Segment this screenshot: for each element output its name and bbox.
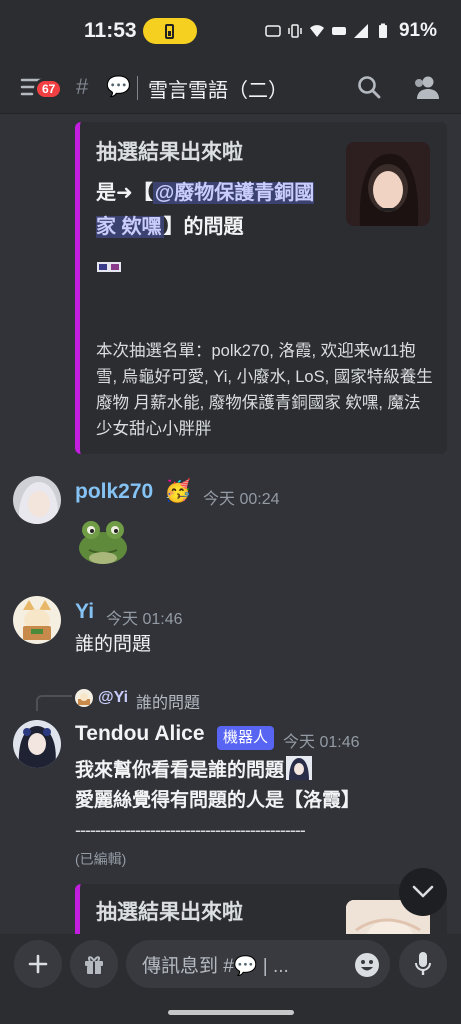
message-text-line2: 愛麗絲覺得有問題的人是【洛霞】 [75, 790, 361, 811]
add-attachment-button[interactable] [14, 940, 62, 988]
emoji-picker-icon[interactable] [354, 952, 380, 978]
message-text-line1: 我來幫你看看是誰的問題 [75, 756, 313, 786]
message-composer: 傳訊息到 #💬 | ... [0, 934, 461, 1024]
message-line1-text: 我來幫你看看是誰的問題 [75, 760, 285, 781]
channel-header: 67 # 💬 雪言雪語（二） [0, 62, 461, 114]
reply-avatar [75, 689, 93, 707]
avatar[interactable] [13, 720, 61, 768]
embed-description: 是➜【 @廢物保護青銅國家 欸嘿 】的問題 [96, 176, 326, 244]
volte-icon [331, 27, 346, 35]
reply-connector [36, 695, 72, 711]
embed-participant-list: 本次抽選名單：polk270, 洛霞, 欢迎来w11抱雪, 烏龜好可愛, Yi,… [96, 342, 433, 438]
signal-icon [353, 24, 368, 38]
message-input-placeholder: 傳訊息到 #💬 | ... [142, 955, 289, 977]
timestamp: 今天 00:24 [203, 491, 280, 508]
divider-dashes: ----------------------------------------… [75, 820, 306, 840]
timestamp: 今天 01:46 [106, 611, 183, 628]
message-input[interactable]: 傳訊息到 #💬 | ... [126, 940, 390, 988]
status-bar: 11:53 91% [0, 0, 461, 62]
jump-to-bottom-button[interactable] [399, 868, 447, 916]
embed-card: 抽選結果出來啦 是➜【 @廢物保護青銅國家 欸嘿 】的問題 本次抽選名單：polk2… [75, 122, 447, 454]
battery-saver-icon [142, 18, 197, 44]
hd-voice-icon [265, 25, 281, 37]
voice-message-button[interactable] [399, 940, 447, 988]
members-icon[interactable] [410, 74, 440, 100]
timestamp: 今天 01:46 [283, 734, 360, 751]
avatar-image [13, 596, 61, 644]
embed-title: 抽選結果出來啦 [96, 901, 243, 924]
avatar-image [13, 720, 61, 768]
username[interactable]: polk270 [75, 480, 153, 504]
embed-card: 抽選結果出來啦 [75, 884, 447, 934]
chevron-down-icon [412, 885, 434, 898]
channel-hash-icon: # [76, 74, 89, 99]
reply-preview-text[interactable]: 誰的問題 [136, 689, 200, 713]
crown-emoji-icon: 🥳 [164, 478, 192, 503]
status-time: 11:53 [84, 19, 137, 42]
unread-badge: 67 [34, 78, 64, 100]
embed-desc-prefix: 是➜【 [96, 182, 153, 204]
gift-icon [85, 956, 103, 974]
frog-sticker-icon[interactable] [75, 512, 131, 568]
embed-desc-suffix: 】的問題 [163, 216, 244, 238]
alice-emoji-icon [286, 756, 313, 780]
channel-name[interactable]: 雪言雪語（二） [148, 74, 288, 103]
gesture-bar[interactable] [168, 1010, 294, 1015]
username[interactable]: Yi [75, 600, 94, 624]
message-text: 誰的問題 [75, 634, 152, 655]
avatar[interactable] [13, 596, 61, 644]
avatar[interactable] [13, 476, 61, 524]
username[interactable]: Tendou Alice [75, 722, 205, 746]
vibrate-icon [288, 24, 302, 38]
embed-title: 抽選結果出來啦 [96, 141, 243, 164]
status-icons: 91% [265, 20, 437, 42]
gift-button[interactable] [70, 940, 118, 988]
speech-bubble-icon: 💬 [106, 76, 131, 98]
reply-username[interactable]: @Yi [98, 689, 128, 707]
plus-icon [28, 954, 48, 974]
edited-label: (已編輯) [75, 851, 127, 867]
wifi-icon [309, 25, 324, 37]
thumbnail-image [346, 142, 430, 226]
microphone-icon [415, 952, 431, 975]
header-divider [137, 76, 138, 100]
message-list[interactable]: 抽選結果出來啦 是➜【 @廢物保護青銅國家 欸嘿 】的問題 本次抽選名單：polk2… [0, 114, 461, 934]
search-icon[interactable] [356, 74, 382, 100]
battery-icon [378, 23, 387, 38]
sunglasses-emoji-icon [97, 262, 121, 272]
avatar-image [13, 476, 61, 524]
battery-percent: 91% [398, 20, 437, 41]
bot-tag: 機器人 [217, 726, 275, 750]
embed-thumbnail[interactable] [346, 142, 430, 226]
